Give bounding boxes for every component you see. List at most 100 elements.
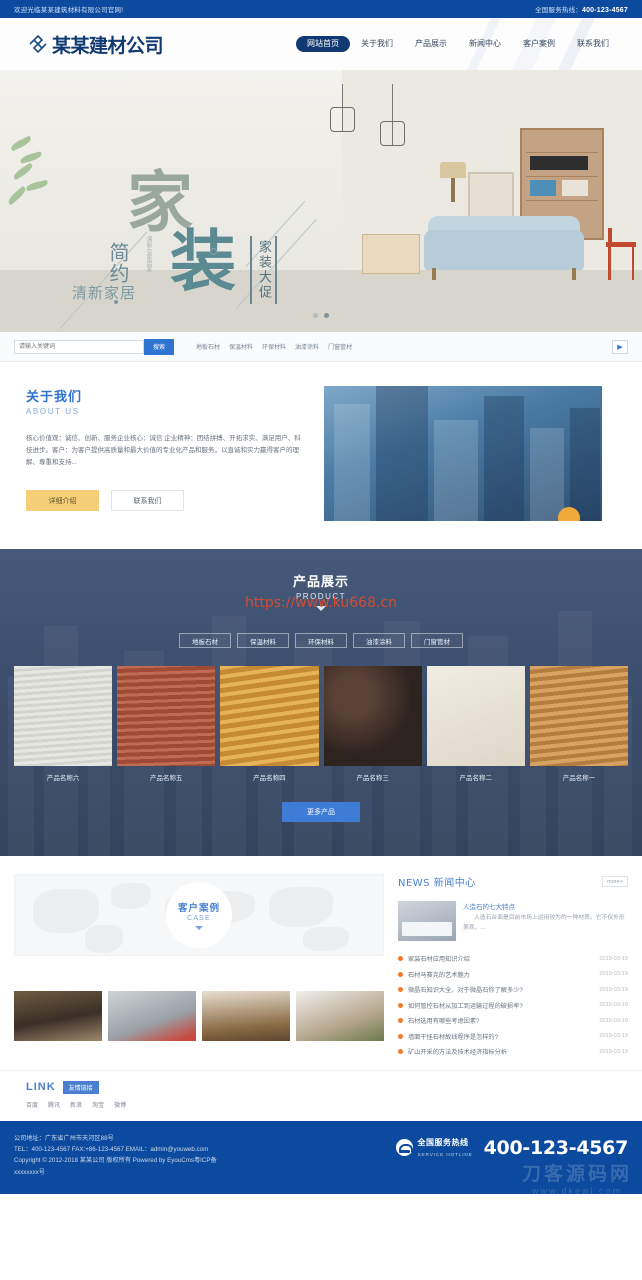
news-item-title[interactable]: 矿山开采的方法及技术经济指标分析 [408, 1047, 507, 1056]
news-title: NEWS 新闻中心 [398, 878, 476, 889]
case-thumbnail[interactable] [202, 991, 290, 1041]
about-section: 关于我们 ABOUT US 核心价值观：诚信、创新、服务企业核心：诚信 企业精神… [0, 362, 642, 549]
banner-circle-decoration [210, 248, 217, 255]
search-keyword-3[interactable]: 油漆涂料 [295, 342, 319, 351]
product-card[interactable]: 产品名称三 [323, 666, 422, 782]
nav-item-news[interactable]: 新闻中心 [458, 36, 512, 52]
nav-item-home[interactable]: 网站首页 [296, 36, 350, 52]
diamond-knot-logo-icon [28, 34, 48, 54]
slide-dot-1[interactable] [313, 313, 318, 318]
news-featured[interactable]: 人造石的七大特点 人造石台面是目前市场上运用较为的一种材质。它不仅外形美观，..… [398, 901, 628, 941]
news-item-title[interactable]: 微晶石知识大全，对于微晶石你了解多少? [408, 985, 523, 994]
about-detail-button[interactable]: 详细介绍 [26, 490, 99, 512]
product-image [14, 666, 113, 766]
case-thumbnail[interactable] [14, 991, 102, 1041]
search-keyword-4[interactable]: 门窗管材 [328, 342, 352, 351]
hero-banner[interactable]: 家 装 简约 清新家居 清新な家居家 家装大促 [0, 70, 642, 332]
product-name: 产品名称一 [562, 775, 596, 782]
link-item-2[interactable]: 新浪 [70, 1100, 82, 1109]
news-featured-title[interactable]: 人造石的七大特点 [463, 901, 628, 911]
search-keyword-1[interactable]: 保温材料 [229, 342, 253, 351]
footer-address: 公司地址：广东省广州市天河区88号 [14, 1134, 114, 1142]
pendant-lamp-icon [380, 84, 405, 146]
nav-item-products[interactable]: 产品展示 [404, 36, 458, 52]
link-item-3[interactable]: 淘宝 [92, 1100, 104, 1109]
site-header: 某某建材公司 网站首页 关于我们 产品展示 新闻中心 客户案例 联系我们 [0, 18, 642, 70]
table-lamp-icon [440, 162, 466, 202]
banner-dot-decoration [114, 300, 118, 304]
banner-headline: 家 装 简约 清新家居 清新な家居家 家装大促 [72, 170, 307, 324]
search-keyword-0[interactable]: 地板石材 [196, 342, 220, 351]
link-item-1[interactable]: 腾讯 [48, 1100, 60, 1109]
news-item-title[interactable]: 如何管控石材从加工到运输过程的破损率? [408, 1001, 523, 1010]
news-featured-thumbnail [398, 901, 456, 941]
news-item-date: 2019-03-19 [599, 1033, 628, 1040]
news-item-title[interactable]: 家装石材应用知识介绍 [408, 954, 470, 963]
news-item-title[interactable]: 石材马赛克的艺术魅力 [408, 970, 470, 979]
news-more-button[interactable]: more+ [602, 876, 628, 887]
bullet-dot-icon [398, 971, 403, 977]
product-tab-4[interactable]: 门窗管材 [411, 633, 463, 648]
product-tab-3[interactable]: 油漆涂料 [353, 633, 405, 648]
bullet-dot-icon [398, 1002, 403, 1008]
nav-item-about[interactable]: 关于我们 [350, 36, 404, 52]
slide-dot-2[interactable] [324, 313, 329, 318]
news-list-item[interactable]: 石材选用有哪些考虑因素? 2019-03-19 [398, 1013, 628, 1029]
bullet-dot-icon [398, 987, 403, 993]
banner-slide-dots[interactable] [313, 313, 329, 318]
footer-hotline-cn: 全国服务热线 [417, 1138, 469, 1147]
footer-copyright: Copyright © 2012-2018 某某公司 版权所有 Powered … [14, 1157, 217, 1165]
link-item-4[interactable]: 微博 [114, 1100, 126, 1109]
logo[interactable]: 某某建材公司 [0, 31, 164, 58]
footer-watermark: 刀客源码网 www.dkewl.com [522, 1159, 632, 1195]
about-title-en: ABOUT US [26, 407, 80, 416]
next-arrow-icon[interactable]: ▶ [612, 339, 628, 354]
product-image [529, 666, 629, 766]
about-text-column: 关于我们 ABOUT US 核心价值观：诚信、创新、服务企业核心：诚信 企业精神… [26, 386, 306, 521]
news-list-item[interactable]: 矿山开采的方法及技术经济指标分析 2019-03-19 [398, 1044, 628, 1060]
news-list-item[interactable]: 微晶石知识大全，对于微晶石你了解多少? 2019-03-19 [398, 982, 628, 998]
footer-hotline: 全国服务热线 SERVICE HOTLINE 400-123-4567 [395, 1137, 628, 1159]
news-list-item[interactable]: 墙面干挂石材故线程序是怎样的? 2019-03-19 [398, 1029, 628, 1045]
about-image [324, 386, 602, 521]
product-card[interactable]: 产品名称五 [117, 666, 216, 782]
news-item-title[interactable]: 墙面干挂石材故线程序是怎样的? [408, 1032, 498, 1041]
about-contact-button[interactable]: 联系我们 [111, 490, 184, 512]
product-card[interactable]: 产品名称二 [426, 666, 525, 782]
search-bar: 搜索 地板石材 保温材料 环保材料 油漆涂料 门窗管材 ▶ [0, 332, 642, 362]
footer-watermark-big: 刀客源码网 [521, 1162, 632, 1185]
case-thumbnail[interactable] [108, 991, 196, 1041]
case-thumbnail[interactable] [296, 991, 384, 1041]
nav-item-cases[interactable]: 客户案例 [512, 36, 566, 52]
product-card[interactable]: 产品名称四 [220, 666, 319, 782]
product-card[interactable]: 产品名称一 [529, 666, 629, 782]
site-watermark-url: https://www.ku668.cn [245, 595, 397, 611]
search-input[interactable] [14, 339, 144, 354]
logo-text: 某某建材公司 [52, 34, 164, 57]
about-paragraph: 核心价值观：诚信、创新、服务企业核心：诚信 企业精神：团结拼搏、开拓求实、满足用… [26, 435, 301, 467]
banner-char-zhuang: 装 [170, 223, 236, 300]
banner-promo-text: 家装大促 [250, 236, 277, 304]
product-tab-2[interactable]: 环保材料 [295, 633, 347, 648]
case-section: 客户案例 CASE [14, 874, 384, 1060]
footer-watermark-small: www.dkewl.com [531, 1185, 622, 1195]
search-button[interactable]: 搜索 [144, 338, 174, 355]
link-item-0[interactable]: 百度 [26, 1100, 38, 1109]
product-card[interactable]: 产品名称六 [14, 666, 113, 782]
nav-item-contact[interactable]: 联系我们 [566, 36, 620, 52]
main-nav: 网站首页 关于我们 产品展示 新闻中心 客户案例 联系我们 [296, 36, 642, 52]
more-products-button[interactable]: 更多产品 [282, 802, 360, 822]
case-badge[interactable]: 客户案例 CASE [166, 882, 232, 948]
news-item-title[interactable]: 石材选用有哪些考虑因素? [408, 1016, 480, 1025]
search-keywords: 地板石材 保温材料 环保材料 油漆涂料 门窗管材 [196, 342, 352, 351]
product-name: 产品名称五 [150, 775, 183, 782]
product-tabs: 地板石材 保温材料 环保材料 油漆涂料 门窗管材 [0, 633, 642, 648]
sofa-decoration-icon [424, 214, 584, 280]
news-list-item[interactable]: 如何管控石材从加工到运输过程的破损率? 2019-03-19 [398, 998, 628, 1014]
search-keyword-2[interactable]: 环保材料 [262, 342, 286, 351]
product-tab-0[interactable]: 地板石材 [179, 633, 231, 648]
product-tab-1[interactable]: 保温材料 [237, 633, 289, 648]
news-list-item[interactable]: 石材马赛克的艺术魅力 2019-03-19 [398, 967, 628, 983]
footer-info: 公司地址：广东省广州市天河区88号 TEL：400-123-4567 FAX:+… [14, 1133, 344, 1179]
news-list-item[interactable]: 家装石材应用知识介绍 2019-03-19 [398, 951, 628, 967]
